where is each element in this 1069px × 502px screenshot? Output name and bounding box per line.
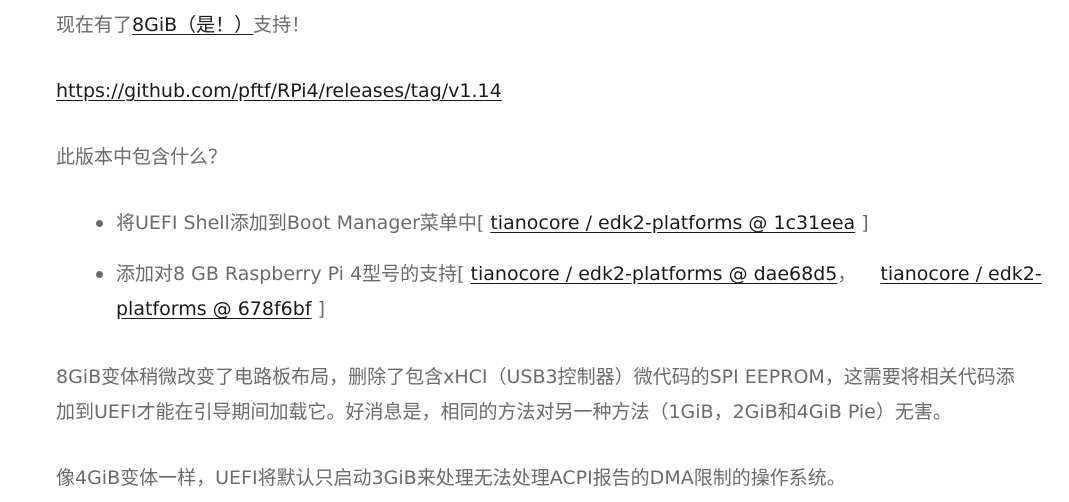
intro-suffix: 支持！: [253, 14, 311, 36]
intro-paragraph: 现在有了8GiB（是！）支持！: [56, 8, 310, 43]
8gib-support-link[interactable]: 8GiB（是！）: [132, 14, 253, 36]
list-item-text: 添加对8 GB Raspberry Pi 4型号的支持[: [116, 263, 465, 285]
list-separator: ，: [837, 263, 857, 285]
changes-list: 将UEFI Shell添加到Boot Manager菜单中[ tianocore…: [56, 206, 1056, 343]
dma-limit-paragraph: 像4GiB变体一样，UEFI将默认只启动3GiB来处理无法处理ACPI报告的DM…: [56, 467, 846, 489]
board-layout-paragraph: 8GiB变体稍微改变了电路板布局，删除了包含xHCI（USB3控制器）微代码的S…: [56, 366, 1015, 423]
intro-prefix: 现在有了: [56, 14, 133, 36]
whats-included-heading: 此版本中包含什么？: [56, 146, 228, 168]
list-item-uefi-shell: 将UEFI Shell添加到Boot Manager菜单中[ tianocore…: [96, 206, 1056, 241]
release-paragraph: https://github.com/pftf/RPi4/releases/ta…: [56, 74, 502, 109]
commit-link-1c31eea[interactable]: tianocore / edk2-platforms @ 1c31eea: [490, 212, 855, 234]
list-item-text: 将UEFI Shell添加到Boot Manager菜单中[: [116, 212, 485, 234]
list-item-close: ]: [861, 212, 869, 234]
list-item-close: ]: [317, 298, 325, 320]
commit-link-dae68d5[interactable]: tianocore / edk2-platforms @ dae68d5: [471, 263, 838, 285]
list-item-8gb-support: 添加对8 GB Raspberry Pi 4型号的支持[ tianocore /…: [96, 257, 1056, 327]
release-link[interactable]: https://github.com/pftf/RPi4/releases/ta…: [56, 80, 502, 102]
